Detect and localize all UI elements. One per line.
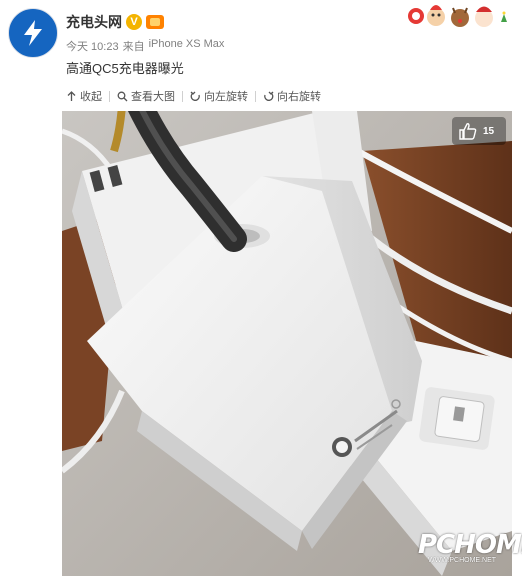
- rotate-right-icon: [264, 91, 274, 101]
- rotate-left-label: 向左旋转: [204, 91, 248, 103]
- post-text: 高通QC5充电器曝光: [66, 61, 184, 76]
- post-source[interactable]: iPhone XS Max: [149, 38, 225, 54]
- post-image[interactable]: [62, 111, 512, 576]
- verified-badge-icon: V: [126, 14, 142, 30]
- like-button[interactable]: 15: [452, 117, 506, 145]
- post-meta: 今天 10:23 来自 iPhone XS Max: [66, 38, 224, 54]
- lightning-icon: [24, 20, 42, 46]
- source-prefix: 来自: [122, 41, 145, 53]
- charger-photo: [62, 111, 512, 576]
- collapse-icon: [67, 90, 76, 101]
- avatar[interactable]: [8, 8, 58, 58]
- christmas-decoration-icon: [408, 4, 507, 27]
- view-large-label: 查看大图: [131, 91, 175, 103]
- magnifier-icon: [117, 91, 128, 101]
- rotate-left-icon: [190, 91, 200, 101]
- image-toolbar: 收起 查看大图 向左旋转 向右旋转: [66, 88, 328, 104]
- like-count: 15: [483, 125, 495, 137]
- rotate-right-label: 向右旋转: [277, 91, 321, 103]
- watermark-logo: PCHOME WWW.PCHOME.NET: [418, 530, 522, 564]
- rotate-right-button[interactable]: 向右旋转: [256, 88, 328, 104]
- post-header: 充电头网 V 今天 10:23 来自 iPhone XS Max 高通QC5充电…: [0, 0, 522, 110]
- vip-badge-icon: [146, 15, 164, 29]
- collapse-button[interactable]: 收起: [66, 88, 109, 104]
- rotate-left-button[interactable]: 向左旋转: [183, 88, 255, 104]
- thumbs-up-icon: [459, 123, 477, 140]
- name-row: 充电头网 V: [66, 12, 164, 32]
- watermark-main: PCHOME: [418, 530, 522, 560]
- username[interactable]: 充电头网: [66, 12, 122, 32]
- post-time[interactable]: 今天 10:23: [66, 38, 119, 54]
- view-large-button[interactable]: 查看大图: [110, 88, 182, 104]
- collapse-label: 收起: [80, 91, 102, 103]
